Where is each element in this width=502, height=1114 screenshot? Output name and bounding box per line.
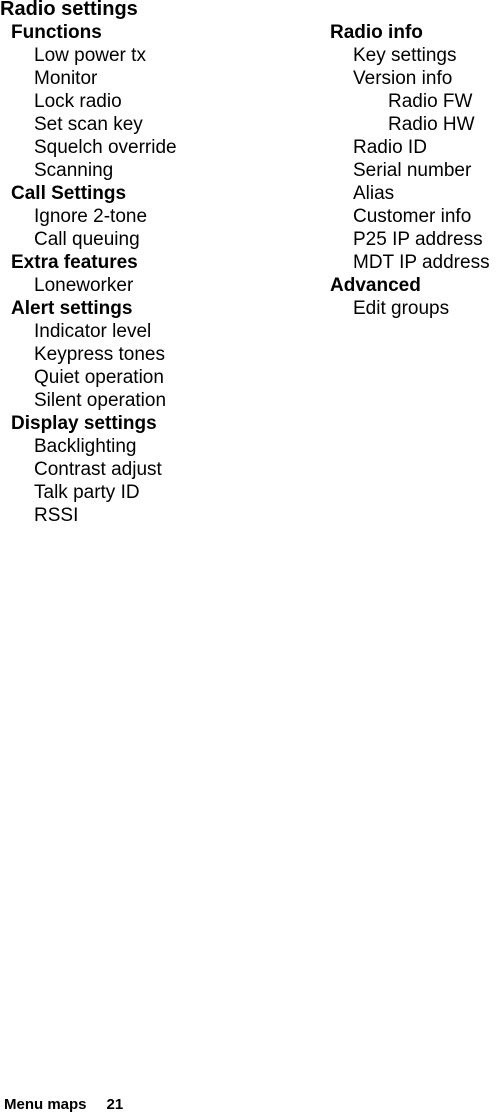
menu-item: Silent operation (34, 390, 167, 411)
menu-item: Contrast adjust (34, 459, 162, 480)
menu-item: Key settings (353, 45, 457, 66)
menu-item: Customer info (353, 206, 472, 227)
menu-heading: Radio info (330, 22, 423, 43)
menu-item: Loneworker (34, 275, 134, 296)
menu-map-right-column: Radio info Key settings Version info Radio … (330, 21, 490, 320)
menu-heading: Functions (11, 22, 102, 43)
menu-item: Keypress tones (34, 344, 165, 365)
menu-item: Edit groups (353, 298, 450, 319)
menu-item: RSSI (34, 505, 79, 526)
menu-item: Radio FW (388, 91, 473, 112)
page-title: Radio settings (0, 0, 138, 20)
menu-item: P25 IP address (353, 229, 483, 250)
menu-item: Lock radio (34, 91, 122, 112)
menu-item: Alias (353, 183, 395, 204)
menu-item: Low power tx (34, 45, 146, 66)
menu-item: Set scan key (34, 114, 143, 135)
menu-item: Radio HW (388, 114, 475, 135)
menu-item: MDT IP address (353, 252, 490, 273)
menu-item: Monitor (34, 68, 98, 89)
menu-heading: Extra features (11, 252, 138, 273)
menu-item: Radio ID (353, 137, 427, 158)
menu-heading: Call Settings (11, 183, 127, 204)
footer-section-title: Menu maps (4, 1096, 87, 1113)
page-number: 21 (106, 1096, 124, 1113)
menu-heading: Display settings (11, 413, 157, 434)
menu-item: Ignore 2-tone (34, 206, 148, 227)
menu-item: Call queuing (34, 229, 140, 250)
menu-item: Quiet operation (34, 367, 164, 388)
menu-heading: Advanced (330, 275, 421, 296)
page-footer: Menu maps 21 (4, 1096, 123, 1114)
menu-item: Squelch override (34, 137, 177, 158)
menu-item: Serial number (353, 160, 472, 181)
menu-item: Indicator level (34, 321, 152, 342)
menu-item: Scanning (34, 160, 114, 181)
menu-map-left-column: Functions Low power tx Monitor Lock radio Se… (11, 21, 177, 527)
menu-item: Version info (353, 68, 453, 89)
menu-heading: Alert settings (11, 298, 133, 319)
menu-item: Backlighting (34, 436, 137, 457)
menu-item: Talk party ID (34, 482, 140, 503)
